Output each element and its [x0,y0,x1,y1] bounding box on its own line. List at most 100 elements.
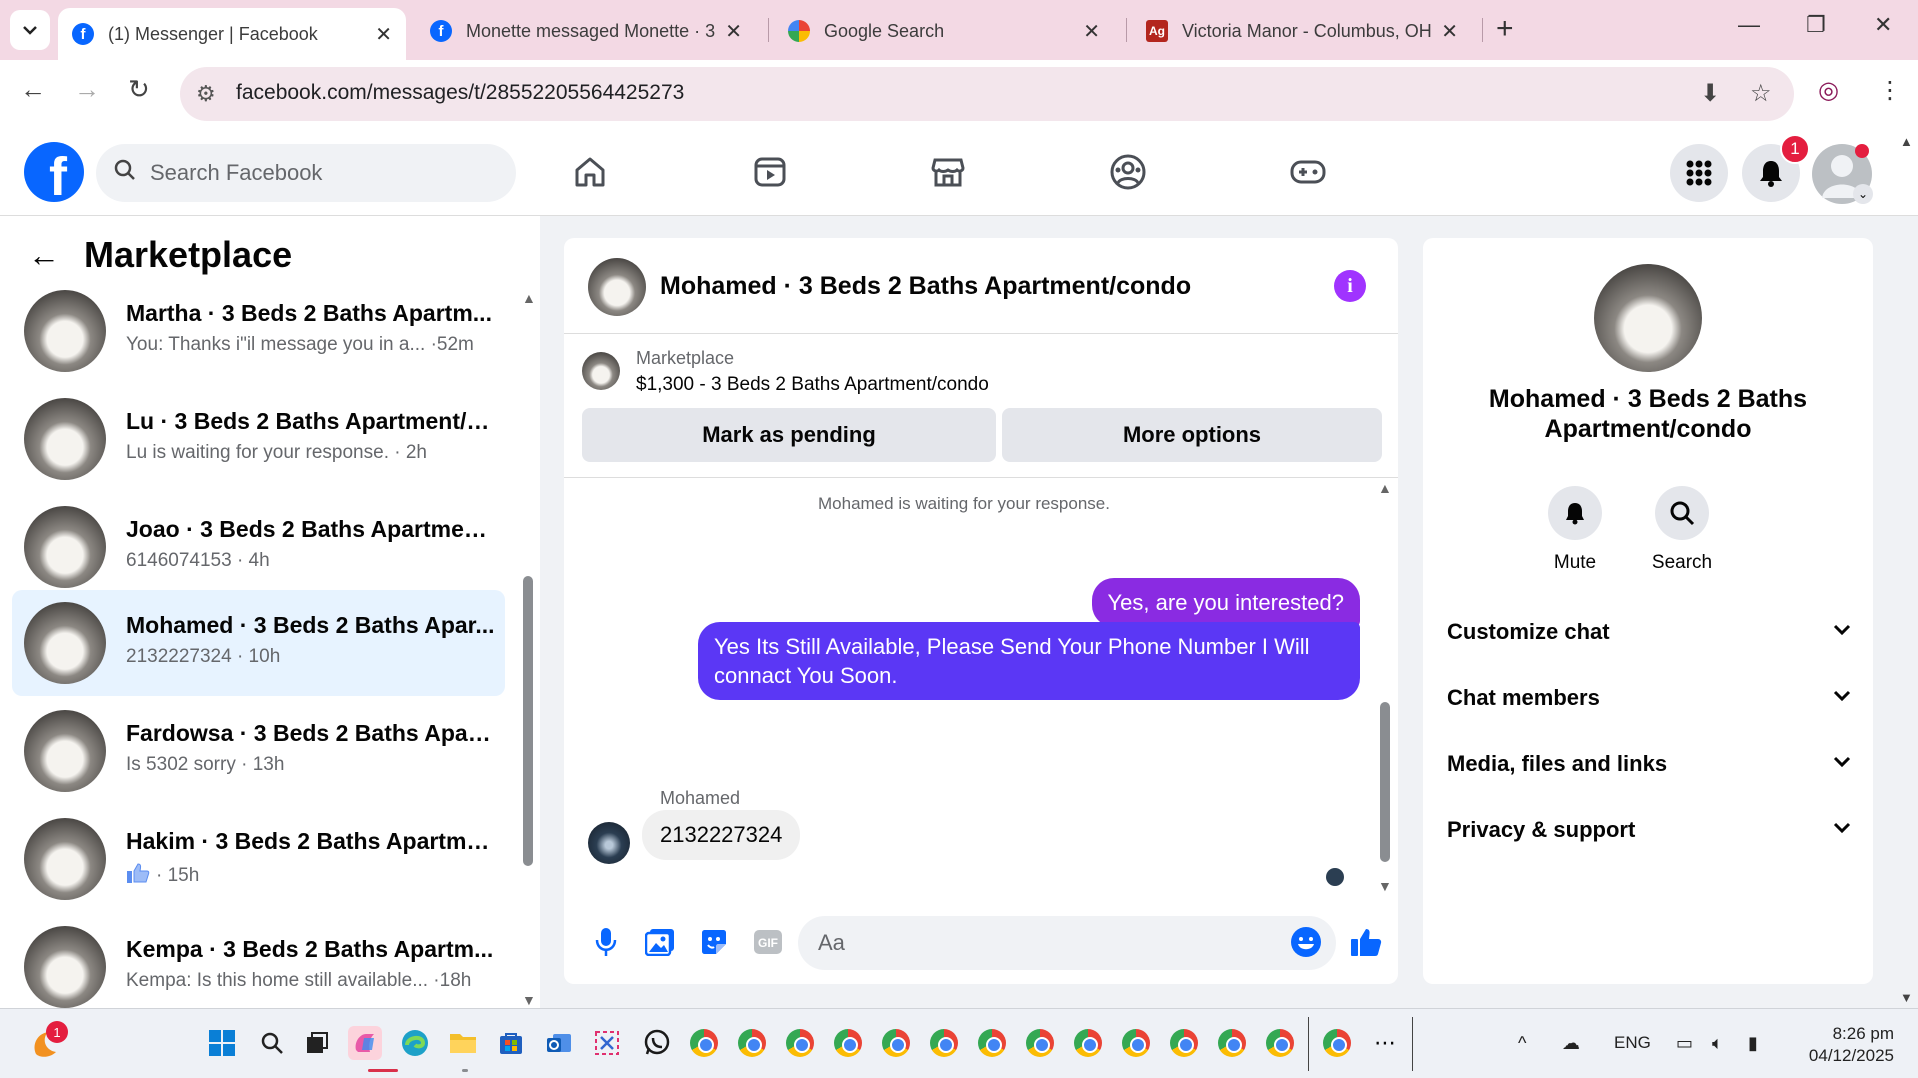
search-in-chat-button[interactable]: Search [1637,486,1727,574]
forward-button[interactable]: → [74,74,100,105]
chevron-up-icon[interactable]: ^ [1518,1033,1526,1054]
store-icon[interactable] [494,1026,528,1060]
chrome-icon[interactable] [1023,1026,1057,1060]
chrome-icon[interactable] [1071,1026,1105,1060]
new-tab-button[interactable]: + [1496,12,1514,46]
chrome-icon[interactable] [1263,1026,1297,1060]
restore-button[interactable]: ❐ [1806,12,1826,38]
profile-icon[interactable]: ◎ [1818,76,1839,105]
scrollbar-thumb[interactable] [523,576,533,866]
conversation-item[interactable]: Fardowsa · 3 Beds 2 Baths Apart... Is 53… [12,698,505,804]
menu-icon[interactable]: ⋮ [1878,76,1902,105]
chrome-icon[interactable] [687,1026,721,1060]
mark-as-pending-button[interactable]: Mark as pending [582,408,996,462]
edge-icon[interactable] [398,1026,432,1060]
scroll-down-arrow-icon[interactable]: ▼ [522,992,536,1008]
more-options-button[interactable]: More options [1002,408,1382,462]
chrome-icon[interactable] [1215,1026,1249,1060]
chrome-icon[interactable] [975,1026,1009,1060]
more-apps-icon[interactable]: ⋯ [1368,1026,1402,1060]
incoming-message[interactable]: 2132227324 [642,810,801,860]
gif-icon[interactable]: GIF [750,924,786,960]
windows-start-icon[interactable] [205,1026,239,1060]
bookmark-star-icon[interactable]: ☆ [1750,79,1772,108]
conversation-item[interactable]: Lu · 3 Beds 2 Baths Apartment/c... Lu is… [12,386,505,492]
video-icon[interactable] [748,150,792,194]
network-icon[interactable]: ▭ [1676,1033,1693,1054]
page-scroll-down-arrow-icon[interactable]: ▼ [1900,990,1913,1005]
outgoing-message[interactable]: Yes, are you interested? [1091,578,1360,627]
back-button[interactable]: ← [20,74,46,105]
marketplace-icon[interactable] [926,150,970,194]
chrome-icon[interactable] [735,1026,769,1060]
copilot-icon[interactable] [348,1026,382,1060]
search-icon[interactable] [255,1026,289,1060]
task-view-icon[interactable] [300,1026,334,1060]
whatsapp-icon[interactable] [640,1026,674,1060]
mute-button[interactable]: Mute [1530,486,1620,574]
chrome-icon[interactable] [1320,1026,1354,1060]
close-icon[interactable]: ✕ [725,19,742,44]
tab-search-dropdown[interactable] [10,10,50,50]
chrome-icon[interactable] [1167,1026,1201,1060]
battery-icon[interactable]: ▮ [1748,1033,1758,1054]
chrome-icon[interactable] [879,1026,913,1060]
address-bar[interactable]: ⚙ facebook.com/messages/t/28552205564425… [180,67,1794,121]
listing-thumbnail[interactable] [582,352,620,390]
reload-button[interactable]: ↻ [128,74,150,105]
chevron-down-icon[interactable]: ⌄ [1853,184,1873,204]
tab-victoria-manor[interactable]: Ag Victoria Manor - Columbus, OH ✕ [1132,8,1472,54]
customize-chat-row[interactable]: Customize chat [1447,612,1851,652]
listing-price[interactable]: $1,300 - 3 Beds 2 Baths Apartment/condo [636,374,989,396]
conversation-item[interactable]: Martha · 3 Beds 2 Baths Apartm... You: T… [12,278,505,384]
gaming-icon[interactable] [1286,150,1330,194]
message-input[interactable]: Aa [798,916,1336,970]
privacy-support-row[interactable]: Privacy & support [1447,810,1851,850]
tab-google-search[interactable]: Google Search ✕ [774,8,1114,54]
chat-members-row[interactable]: Chat members [1447,678,1851,718]
outlook-icon[interactable] [542,1026,576,1060]
tab-monette[interactable]: f Monette messaged Monette · 3 ✕ [416,8,756,54]
menu-grid-button[interactable] [1670,144,1728,202]
minimize-button[interactable]: — [1738,12,1760,38]
search-facebook-input[interactable]: Search Facebook [96,144,516,202]
language-indicator[interactable]: ENG [1614,1033,1651,1053]
install-app-icon[interactable]: ⬇ [1700,79,1720,108]
groups-icon[interactable] [1106,150,1150,194]
conversation-item-selected[interactable]: Mohamed · 3 Beds 2 Baths Apar... 2132227… [12,590,505,696]
media-files-links-row[interactable]: Media, files and links [1447,744,1851,784]
file-explorer-icon[interactable] [446,1026,480,1060]
close-icon[interactable]: ✕ [1441,19,1458,44]
info-icon[interactable]: i [1334,270,1366,302]
chrome-icon[interactable] [927,1026,961,1060]
scroll-up-arrow-icon[interactable]: ▲ [1378,480,1392,496]
close-icon[interactable]: ✕ [375,22,392,47]
avatar[interactable] [588,822,630,864]
microphone-icon[interactable] [588,924,624,960]
conversation-item[interactable]: Hakim · 3 Beds 2 Baths Apartme... · 15h [12,806,505,912]
clock[interactable]: 8:26 pm 04/12/2025 [1790,1023,1894,1067]
page-scroll-up-arrow-icon[interactable]: ▲ [1900,134,1913,149]
tab-messenger[interactable]: f (1) Messenger | Facebook ✕ [58,8,406,60]
home-icon[interactable] [568,150,612,194]
photo-icon[interactable] [642,924,678,960]
chrome-icon[interactable] [831,1026,865,1060]
site-info-icon[interactable]: ⚙ [196,81,216,107]
close-icon[interactable]: ✕ [1083,19,1100,44]
scrollbar-thumb[interactable] [1380,702,1390,862]
conversation-item[interactable]: Kempa · 3 Beds 2 Baths Apartm... Kempa: … [12,914,505,1020]
emoji-icon[interactable] [1288,924,1324,960]
chat-title[interactable]: Mohamed · 3 Beds 2 Baths Apartment/condo [660,272,1191,301]
like-thumbs-up-icon[interactable] [1348,924,1384,960]
volume-icon[interactable]: 🔈︎ [1712,1033,1723,1054]
facebook-logo-icon[interactable]: f [24,142,84,202]
snipping-tool-icon[interactable] [590,1026,624,1060]
onedrive-cloud-icon[interactable]: ☁ [1562,1033,1580,1054]
back-arrow-icon[interactable]: ← [28,237,60,274]
chrome-icon[interactable] [783,1026,817,1060]
scroll-down-arrow-icon[interactable]: ▼ [1378,878,1392,894]
outgoing-message[interactable]: Yes Its Still Available, Please Send You… [698,622,1360,700]
avatar[interactable] [1594,264,1702,372]
avatar[interactable] [588,258,646,316]
close-window-button[interactable]: ✕ [1874,12,1892,38]
